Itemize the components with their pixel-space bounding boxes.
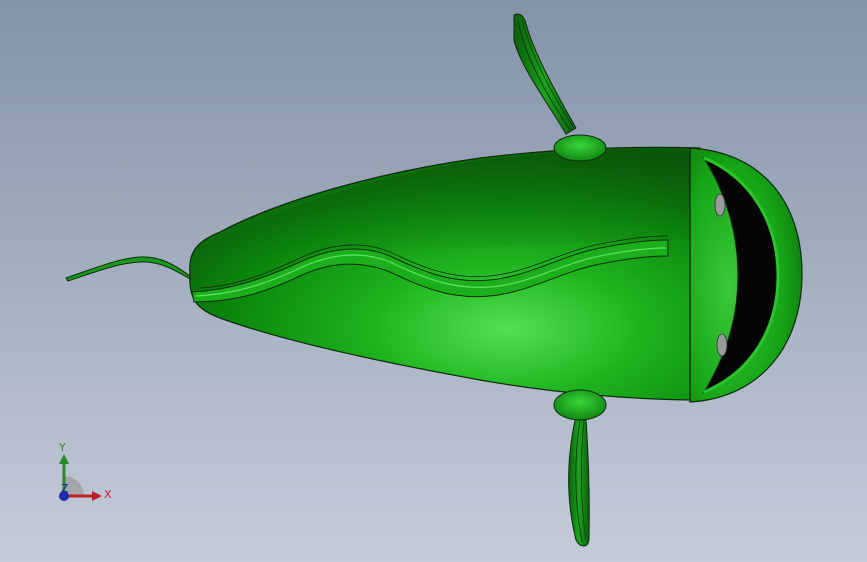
x-axis-arrow	[92, 491, 102, 501]
tail-filament	[65, 256, 194, 282]
z-axis-label: Z	[61, 482, 69, 495]
upper-pectoral-fin	[513, 13, 577, 135]
x-axis-label: X	[104, 488, 112, 501]
upper-fin-mount	[553, 134, 607, 162]
lower-pectoral-fin	[568, 415, 590, 547]
y-axis-label: Y	[58, 441, 66, 454]
axis-triad: Y X Z	[58, 441, 112, 501]
graphics-viewport[interactable]: Y X Z	[0, 0, 867, 562]
sensor-lower	[716, 333, 728, 357]
fish-robot-model[interactable]	[0, 0, 867, 562]
sensor-upper	[714, 193, 726, 217]
lower-fin-mount	[553, 389, 607, 421]
y-axis-arrow	[59, 454, 69, 464]
